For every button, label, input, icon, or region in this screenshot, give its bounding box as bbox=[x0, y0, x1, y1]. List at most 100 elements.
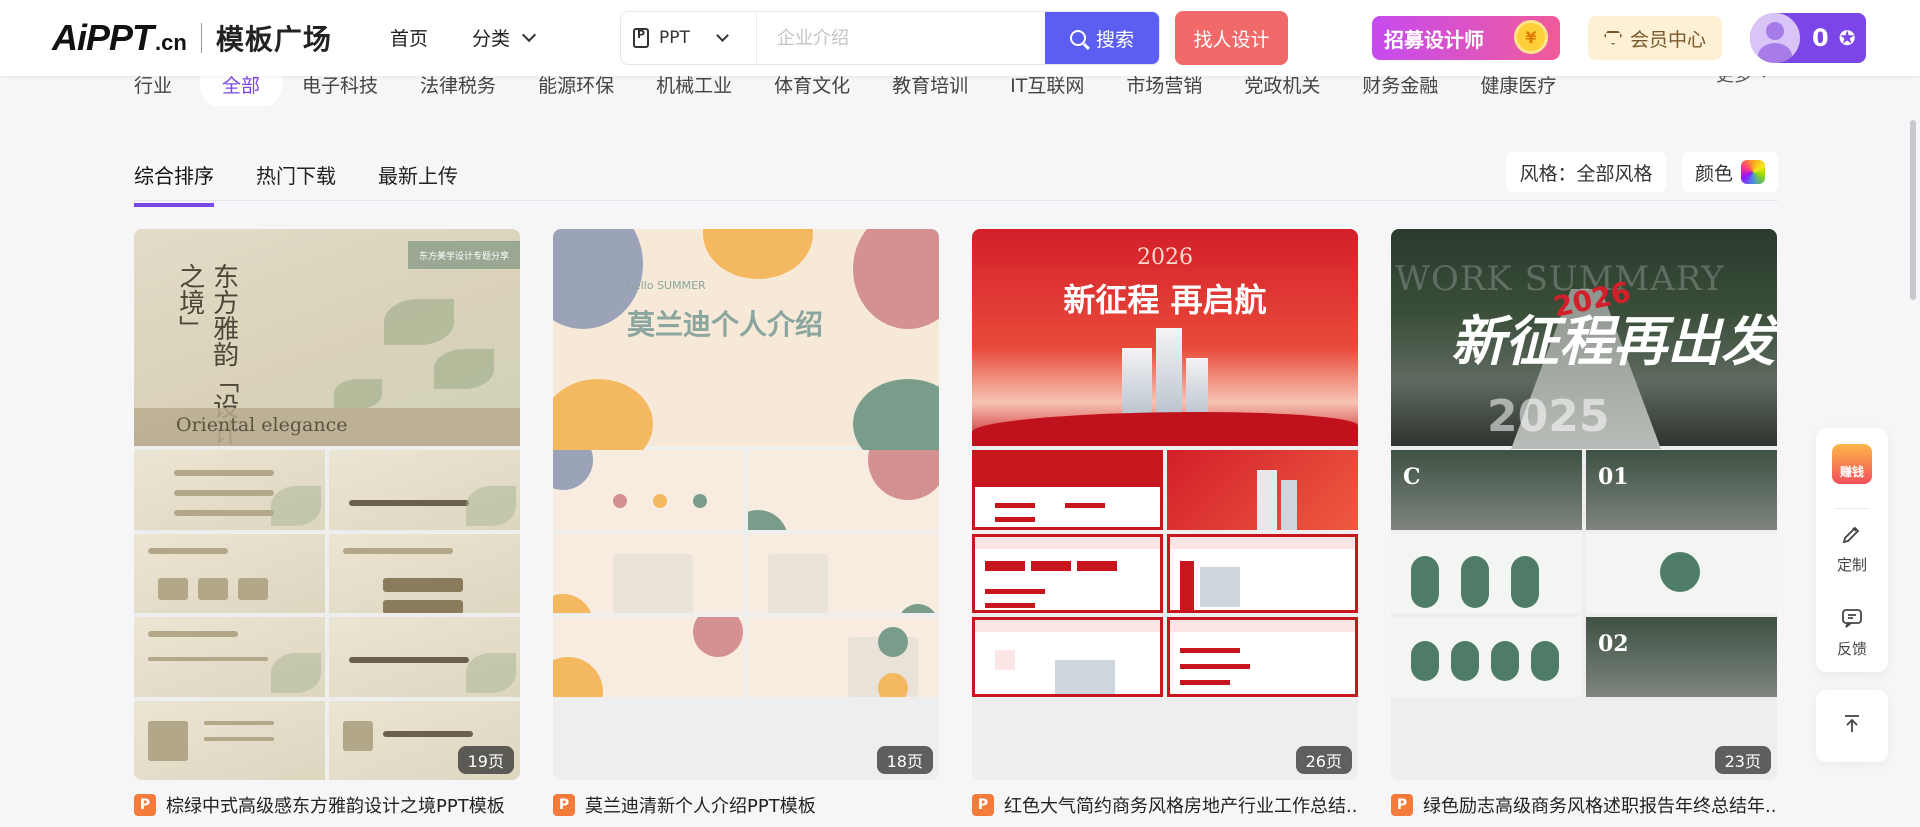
template-card[interactable]: 2026 新征程 再启航 26页 P 红色大气简约商务风格房地产行业工作总结..… bbox=[972, 229, 1358, 818]
template-title-text: 绿色励志高级商务风格述职报告年终总结年... bbox=[1423, 796, 1777, 817]
template-card[interactable]: WORK SUMMARY 新征程再出发 2026 2025 C 01 02 23… bbox=[1391, 229, 1777, 818]
template-thumbnail[interactable]: 东方雅韵「设计之境」 东方美学设计专题分享 Oriental elegance … bbox=[134, 229, 520, 780]
cover-year: 2026 bbox=[1137, 245, 1193, 270]
cover-year-road: 2025 bbox=[1487, 391, 1610, 442]
logo-divider bbox=[200, 23, 202, 53]
search-input[interactable] bbox=[757, 12, 1045, 64]
top-header: AiPPT .cn 模板广场 首页 分类 PPT 搜索 找人设计 招募设计师 ¥… bbox=[0, 0, 1920, 76]
thumbnail-cover: hello SUMMER 莫兰迪个人介绍 bbox=[553, 229, 939, 469]
industry-tab[interactable]: 市场营销 bbox=[1126, 76, 1202, 98]
find-designer-button[interactable]: 找人设计 bbox=[1175, 11, 1288, 65]
industry-tab[interactable]: 体育文化 bbox=[774, 76, 850, 98]
thumbnail-slides bbox=[972, 450, 1358, 780]
building-decoration bbox=[1156, 328, 1182, 418]
template-thumbnail[interactable]: 2026 新征程 再启航 26页 bbox=[972, 229, 1358, 780]
search-button[interactable]: 搜索 bbox=[1045, 12, 1159, 64]
chevron-down-icon bbox=[716, 29, 729, 42]
leaf-decoration bbox=[384, 299, 454, 345]
industry-tab[interactable]: 健康医疗 bbox=[1480, 76, 1556, 98]
template-thumbnail[interactable]: WORK SUMMARY 新征程再出发 2026 2025 C 01 02 23… bbox=[1391, 229, 1777, 780]
search-type-label: PPT bbox=[659, 28, 690, 48]
slide-preview bbox=[134, 617, 325, 697]
floating-toolbar: 赚钱 定制 反馈 bbox=[1816, 428, 1888, 672]
ppt-file-icon bbox=[633, 28, 649, 48]
coin-icon: ¥ bbox=[1514, 20, 1548, 54]
back-to-top-button[interactable] bbox=[1816, 690, 1888, 762]
ppt-file-icon: P bbox=[1391, 794, 1413, 816]
industry-label: 行业 bbox=[134, 76, 173, 97]
page-count-badge: 26页 bbox=[1295, 746, 1352, 774]
leaf-decoration bbox=[334, 379, 382, 409]
more-label: 更多 bbox=[1716, 76, 1752, 87]
industry-more-button[interactable]: 更多 bbox=[1716, 76, 1770, 87]
industry-tab[interactable]: 机械工业 bbox=[656, 76, 732, 98]
industry-tab[interactable]: 能源环保 bbox=[538, 76, 614, 98]
template-title-text: 红色大气简约商务风格房地产行业工作总结... bbox=[1004, 796, 1358, 817]
feedback-button[interactable]: 反馈 bbox=[1816, 606, 1888, 659]
page-count-badge: 23页 bbox=[1714, 746, 1771, 774]
scrollbar-thumb[interactable] bbox=[1910, 120, 1916, 300]
industry-tab[interactable]: IT互联网 bbox=[1010, 76, 1084, 98]
cover-subtitle: hello SUMMER bbox=[627, 279, 706, 292]
industry-tab[interactable]: 教育培训 bbox=[892, 76, 968, 98]
pen-icon bbox=[1840, 522, 1864, 546]
color-filter-label: 颜色 bbox=[1694, 162, 1733, 185]
logo-domain: .cn bbox=[155, 30, 187, 55]
cover-tag: 东方美学设计专题分享 bbox=[408, 241, 520, 269]
vip-center-button[interactable]: 会员中心 bbox=[1588, 16, 1722, 60]
feedback-label: 反馈 bbox=[1836, 640, 1867, 658]
search-icon bbox=[1069, 30, 1086, 46]
recruit-designer-banner[interactable]: 招募设计师 ¥ bbox=[1372, 16, 1560, 60]
slide-preview bbox=[972, 450, 1163, 530]
slide-preview: C bbox=[1391, 450, 1582, 530]
template-title[interactable]: P 莫兰迪清新个人介绍PPT模板 bbox=[553, 792, 939, 818]
cover-title: 新征程 再启航 bbox=[1063, 281, 1267, 319]
user-menu[interactable]: 0 ✪ bbox=[1750, 13, 1866, 63]
nav-home[interactable]: 首页 bbox=[390, 24, 428, 51]
template-card[interactable]: 东方雅韵「设计之境」 东方美学设计专题分享 Oriental elegance … bbox=[134, 229, 520, 818]
custom-button[interactable]: 定制 bbox=[1816, 522, 1888, 575]
vip-label: 会员中心 bbox=[1629, 28, 1706, 51]
industry-tab[interactable]: 电子科技 bbox=[302, 76, 378, 98]
building-decoration bbox=[1186, 358, 1208, 418]
chat-icon bbox=[1840, 606, 1864, 630]
ppt-file-icon: P bbox=[553, 794, 575, 816]
nav-category-label: 分类 bbox=[472, 28, 511, 50]
user-points-count: 0 bbox=[1812, 24, 1829, 52]
search-button-label: 搜索 bbox=[1095, 28, 1134, 51]
slide-preview bbox=[1167, 617, 1358, 697]
shape-decoration bbox=[703, 229, 813, 279]
color-filter-dropdown[interactable]: 颜色 bbox=[1682, 152, 1778, 192]
industry-tab[interactable]: 法律税务 bbox=[420, 76, 496, 98]
divider bbox=[134, 200, 1778, 201]
star-icon: ✪ bbox=[1838, 26, 1856, 50]
industry-tab[interactable]: 财务金融 bbox=[1362, 76, 1438, 98]
template-thumbnail[interactable]: hello SUMMER 莫兰迪个人介绍 18页 bbox=[553, 229, 939, 780]
recruit-label: 招募设计师 bbox=[1384, 27, 1484, 52]
wave-decoration bbox=[972, 412, 1358, 446]
template-title-text: 棕绿中式高级感东方雅韵设计之境PPT模板 bbox=[166, 796, 505, 817]
earn-button[interactable]: 赚钱 bbox=[1816, 444, 1888, 484]
industry-tab[interactable]: 党政机关 bbox=[1244, 76, 1320, 98]
thumbnail-slides: C 01 02 bbox=[1391, 450, 1777, 780]
search-type-dropdown[interactable]: PPT bbox=[621, 12, 757, 64]
slide-preview bbox=[1586, 533, 1777, 613]
template-card[interactable]: hello SUMMER 莫兰迪个人介绍 18页 P 莫兰迪清新个人介绍PPT模… bbox=[553, 229, 939, 818]
template-title[interactable]: P 棕绿中式高级感东方雅韵设计之境PPT模板 bbox=[134, 792, 520, 818]
slide-preview bbox=[134, 700, 325, 780]
building-decoration bbox=[1122, 348, 1152, 418]
arrow-up-icon bbox=[1840, 712, 1864, 740]
slide-preview bbox=[329, 533, 520, 613]
site-logo[interactable]: AiPPT .cn 模板广场 bbox=[52, 17, 332, 58]
shape-decoration bbox=[853, 229, 939, 329]
slide-preview bbox=[1391, 617, 1582, 697]
template-title[interactable]: P 红色大气简约商务风格房地产行业工作总结... bbox=[972, 792, 1358, 818]
template-title[interactable]: P 绿色励志高级商务风格述职报告年终总结年... bbox=[1391, 792, 1777, 818]
slide-preview bbox=[748, 450, 939, 530]
industry-tab-all[interactable]: 全部 bbox=[200, 76, 283, 106]
search-bar: PPT 搜索 bbox=[620, 11, 1160, 65]
style-filter-dropdown[interactable]: 风格：全部风格 bbox=[1506, 152, 1666, 192]
logo-section-title: 模板广场 bbox=[215, 23, 332, 56]
slide-preview: 02 bbox=[1586, 617, 1777, 697]
nav-category[interactable]: 分类 bbox=[472, 24, 537, 51]
